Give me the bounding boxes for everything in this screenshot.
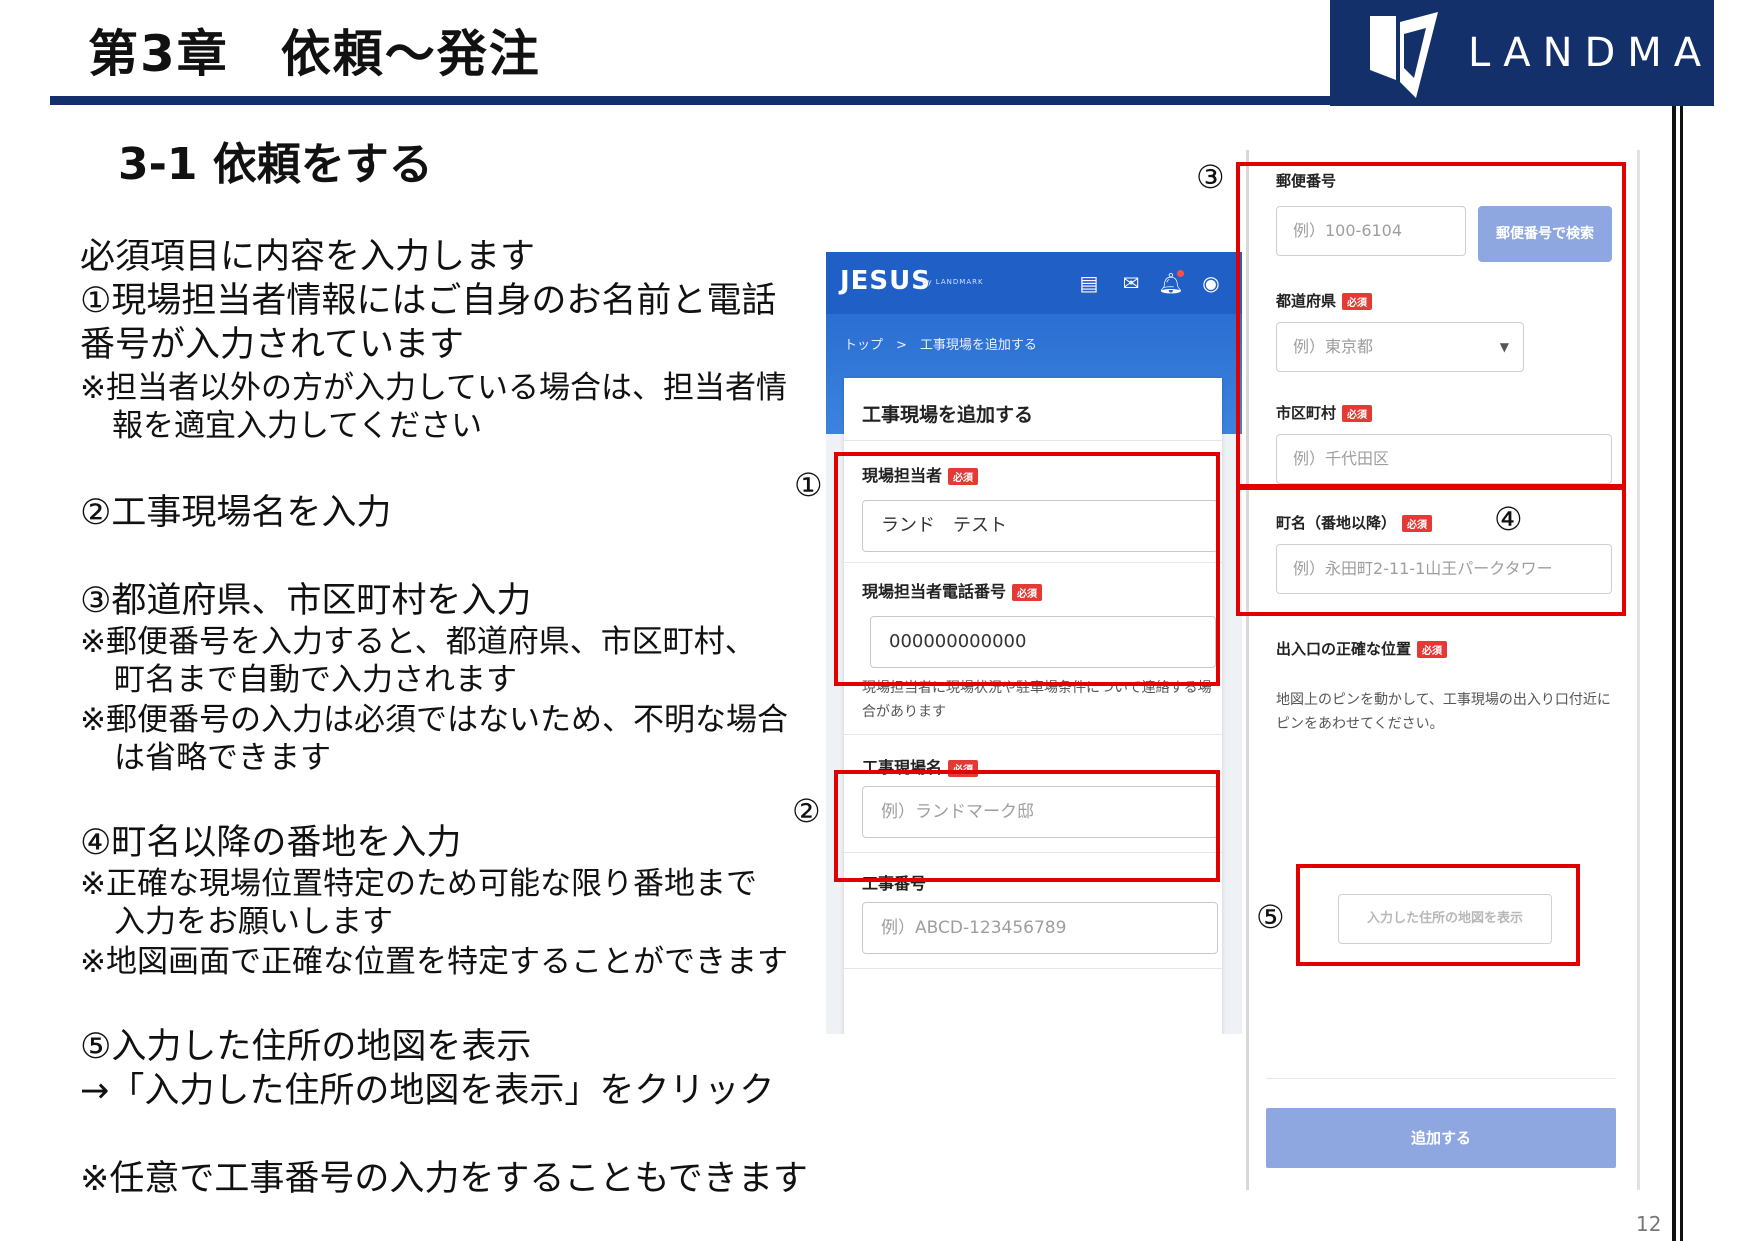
marker-2: ② [792,792,821,830]
instruction-note: 入力をお願いします [114,904,393,940]
divider [1266,1078,1616,1079]
chapter-title: 第3章 依頼～発注 [88,25,541,83]
entrance-label: 出入口の正確な位置 必須 [1276,638,1448,659]
bell-icon[interactable]: 🔔︎ [1156,268,1186,298]
app-logo-sub: by LANDMARK [922,278,984,286]
highlight-box-1 [834,452,1220,686]
form-title: 工事現場を追加する [862,404,1034,426]
panel-edge [1637,150,1640,1190]
instruction-note: は省略できます [114,740,331,776]
divider [844,734,1222,735]
marker-5: ⑤ [1256,898,1285,936]
landmark-logo: LANDMARK [1330,0,1755,106]
marker-3: ③ [1196,158,1225,196]
header-rule [50,96,1340,105]
job-number-input[interactable]: 例）ABCD-123456789 [862,902,1218,954]
landmark-logo-icon [1370,12,1438,98]
instruction-line: 番号が入力されています [80,325,464,365]
mail-icon[interactable]: ✉ [1116,268,1146,298]
account-icon[interactable]: ◉ [1196,268,1226,298]
instruction-line: ※任意で工事番号の入力をすることもできます [80,1159,808,1199]
page-border-line [1680,106,1683,1241]
divider [844,440,1222,441]
instruction-line: ②工事現場名を入力 [80,493,392,533]
section-title: 3-1 依頼をする [118,139,433,190]
app-header: JESUS by LANDMARK ▤ ✉ 🔔︎ ◉ [826,252,1242,314]
breadcrumb[interactable]: トップ > 工事現場を追加する [844,334,1037,353]
required-badge: 必須 [1417,641,1448,658]
page-number: 12 [1636,1212,1662,1236]
highlight-box-3 [1236,162,1626,488]
entrance-note: 地図上のピンを動かして、工事現場の出入り口付近にピンをあわせてください。 [1276,692,1611,732]
logo-text: LANDMARK [1468,30,1755,76]
highlight-box-2 [834,770,1220,882]
marker-1: ① [794,466,823,504]
add-site-button[interactable]: 追加する [1266,1108,1616,1168]
page-border-line [1672,106,1676,1241]
instruction-line: →「入力した住所の地図を表示」をクリック [80,1071,775,1111]
marker-4: ④ [1494,500,1523,538]
divider [844,968,1222,969]
instruction-note: ※地図画面で正確な位置を特定することができます [80,944,788,980]
instruction-note: 町名まで自動で入力されます [114,662,517,698]
list-icon[interactable]: ▤ [1074,268,1104,298]
app-logo: JESUS [840,266,931,296]
highlight-box-4 [1236,486,1626,616]
highlight-box-5 [1296,864,1580,966]
instruction-note: 報を適宜入力してください [112,408,483,444]
